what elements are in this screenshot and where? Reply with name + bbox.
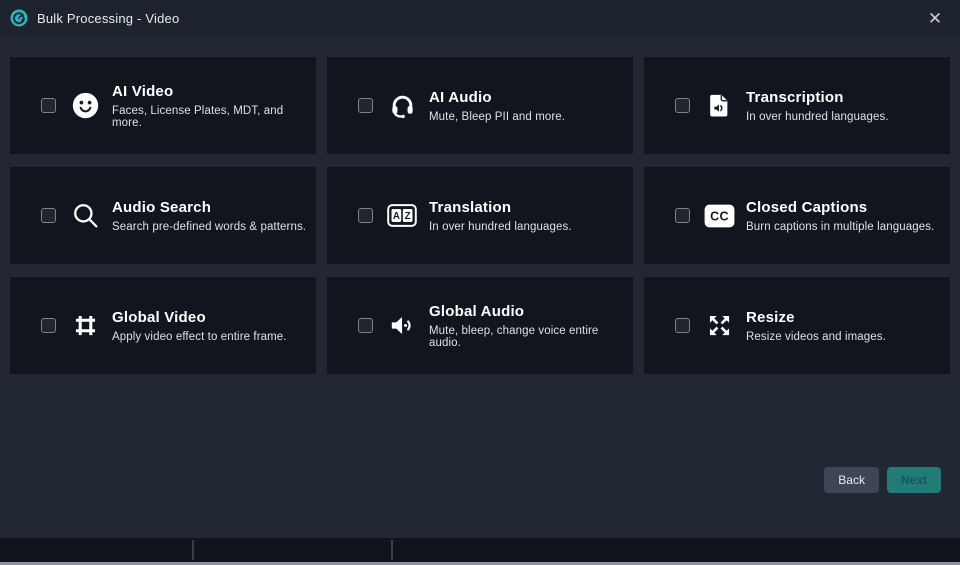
card-title: Resize: [746, 308, 795, 326]
card-description: Burn captions in multiple languages.: [746, 220, 935, 233]
bulk-processing-dialog: Bulk Processing - Video ✕ AI Video Faces…: [0, 0, 960, 538]
svg-text:CC: CC: [710, 209, 729, 223]
card-description: Resize videos and images.: [746, 330, 886, 343]
ai-video-checkbox[interactable]: [41, 98, 56, 113]
back-button[interactable]: Back: [824, 467, 879, 493]
card-title: Global Audio: [429, 302, 525, 320]
frame-icon: [69, 312, 101, 339]
app-logo-icon: [10, 9, 28, 27]
transcription-checkbox[interactable]: [675, 98, 690, 113]
translation-checkbox[interactable]: [358, 208, 373, 223]
strip-divider: [391, 540, 393, 560]
speaker-icon: [386, 312, 418, 339]
closed-captions-icon: CC: [703, 204, 735, 228]
card-ai-video[interactable]: AI Video Faces, License Plates, MDT, and…: [10, 57, 316, 154]
card-translation[interactable]: A Z Translation In over hundred language…: [327, 167, 633, 264]
closed-captions-checkbox[interactable]: [675, 208, 690, 223]
card-description: In over hundred languages.: [429, 220, 572, 233]
card-audio-search[interactable]: Audio Search Search pre-defined words & …: [10, 167, 316, 264]
card-closed-captions[interactable]: CC Closed Captions Burn captions in mult…: [644, 167, 950, 264]
next-button[interactable]: Next: [886, 467, 941, 493]
ai-audio-checkbox[interactable]: [358, 98, 373, 113]
svg-text:A: A: [393, 211, 400, 222]
card-description: Search pre-defined words & patterns.: [112, 220, 307, 233]
search-icon: [69, 201, 101, 230]
card-title: AI Audio: [429, 88, 492, 106]
card-description: Mute, bleep, change voice entire audio.: [429, 324, 599, 349]
audio-file-icon: [703, 92, 735, 119]
card-global-video[interactable]: Global Video Apply video effect to entir…: [10, 277, 316, 374]
card-ai-audio[interactable]: AI Audio Mute, Bleep PII and more.: [327, 57, 633, 154]
window-title: Bulk Processing - Video: [37, 10, 180, 26]
svg-text:Z: Z: [405, 211, 411, 222]
background-app-strip: [0, 538, 960, 562]
footer-actions: Back Next: [824, 467, 941, 493]
headset-icon: [386, 92, 418, 119]
resize-checkbox[interactable]: [675, 318, 690, 333]
titlebar: Bulk Processing - Video ✕: [0, 0, 960, 36]
resize-icon: [703, 312, 735, 339]
card-title: Transcription: [746, 88, 844, 106]
global-audio-checkbox[interactable]: [358, 318, 373, 333]
card-title: Translation: [429, 198, 512, 216]
card-description: Apply video effect to entire frame.: [112, 330, 287, 343]
card-title: Closed Captions: [746, 198, 868, 216]
options-grid: AI Video Faces, License Plates, MDT, and…: [0, 36, 960, 374]
strip-divider: [192, 540, 194, 560]
global-video-checkbox[interactable]: [41, 318, 56, 333]
card-title: AI Video: [112, 82, 174, 100]
card-global-audio[interactable]: Global Audio Mute, bleep, change voice e…: [327, 277, 633, 374]
card-resize[interactable]: Resize Resize videos and images.: [644, 277, 950, 374]
card-title: Audio Search: [112, 198, 212, 216]
card-description: In over hundred languages.: [746, 110, 889, 123]
card-transcription[interactable]: Transcription In over hundred languages.: [644, 57, 950, 154]
smiley-face-icon: [69, 91, 101, 120]
translate-icon: A Z: [386, 204, 418, 227]
close-icon[interactable]: ✕: [922, 5, 948, 31]
card-description: Faces, License Plates, MDT, and more.: [112, 104, 284, 129]
audio-search-checkbox[interactable]: [41, 208, 56, 223]
card-description: Mute, Bleep PII and more.: [429, 110, 566, 123]
card-title: Global Video: [112, 308, 206, 326]
